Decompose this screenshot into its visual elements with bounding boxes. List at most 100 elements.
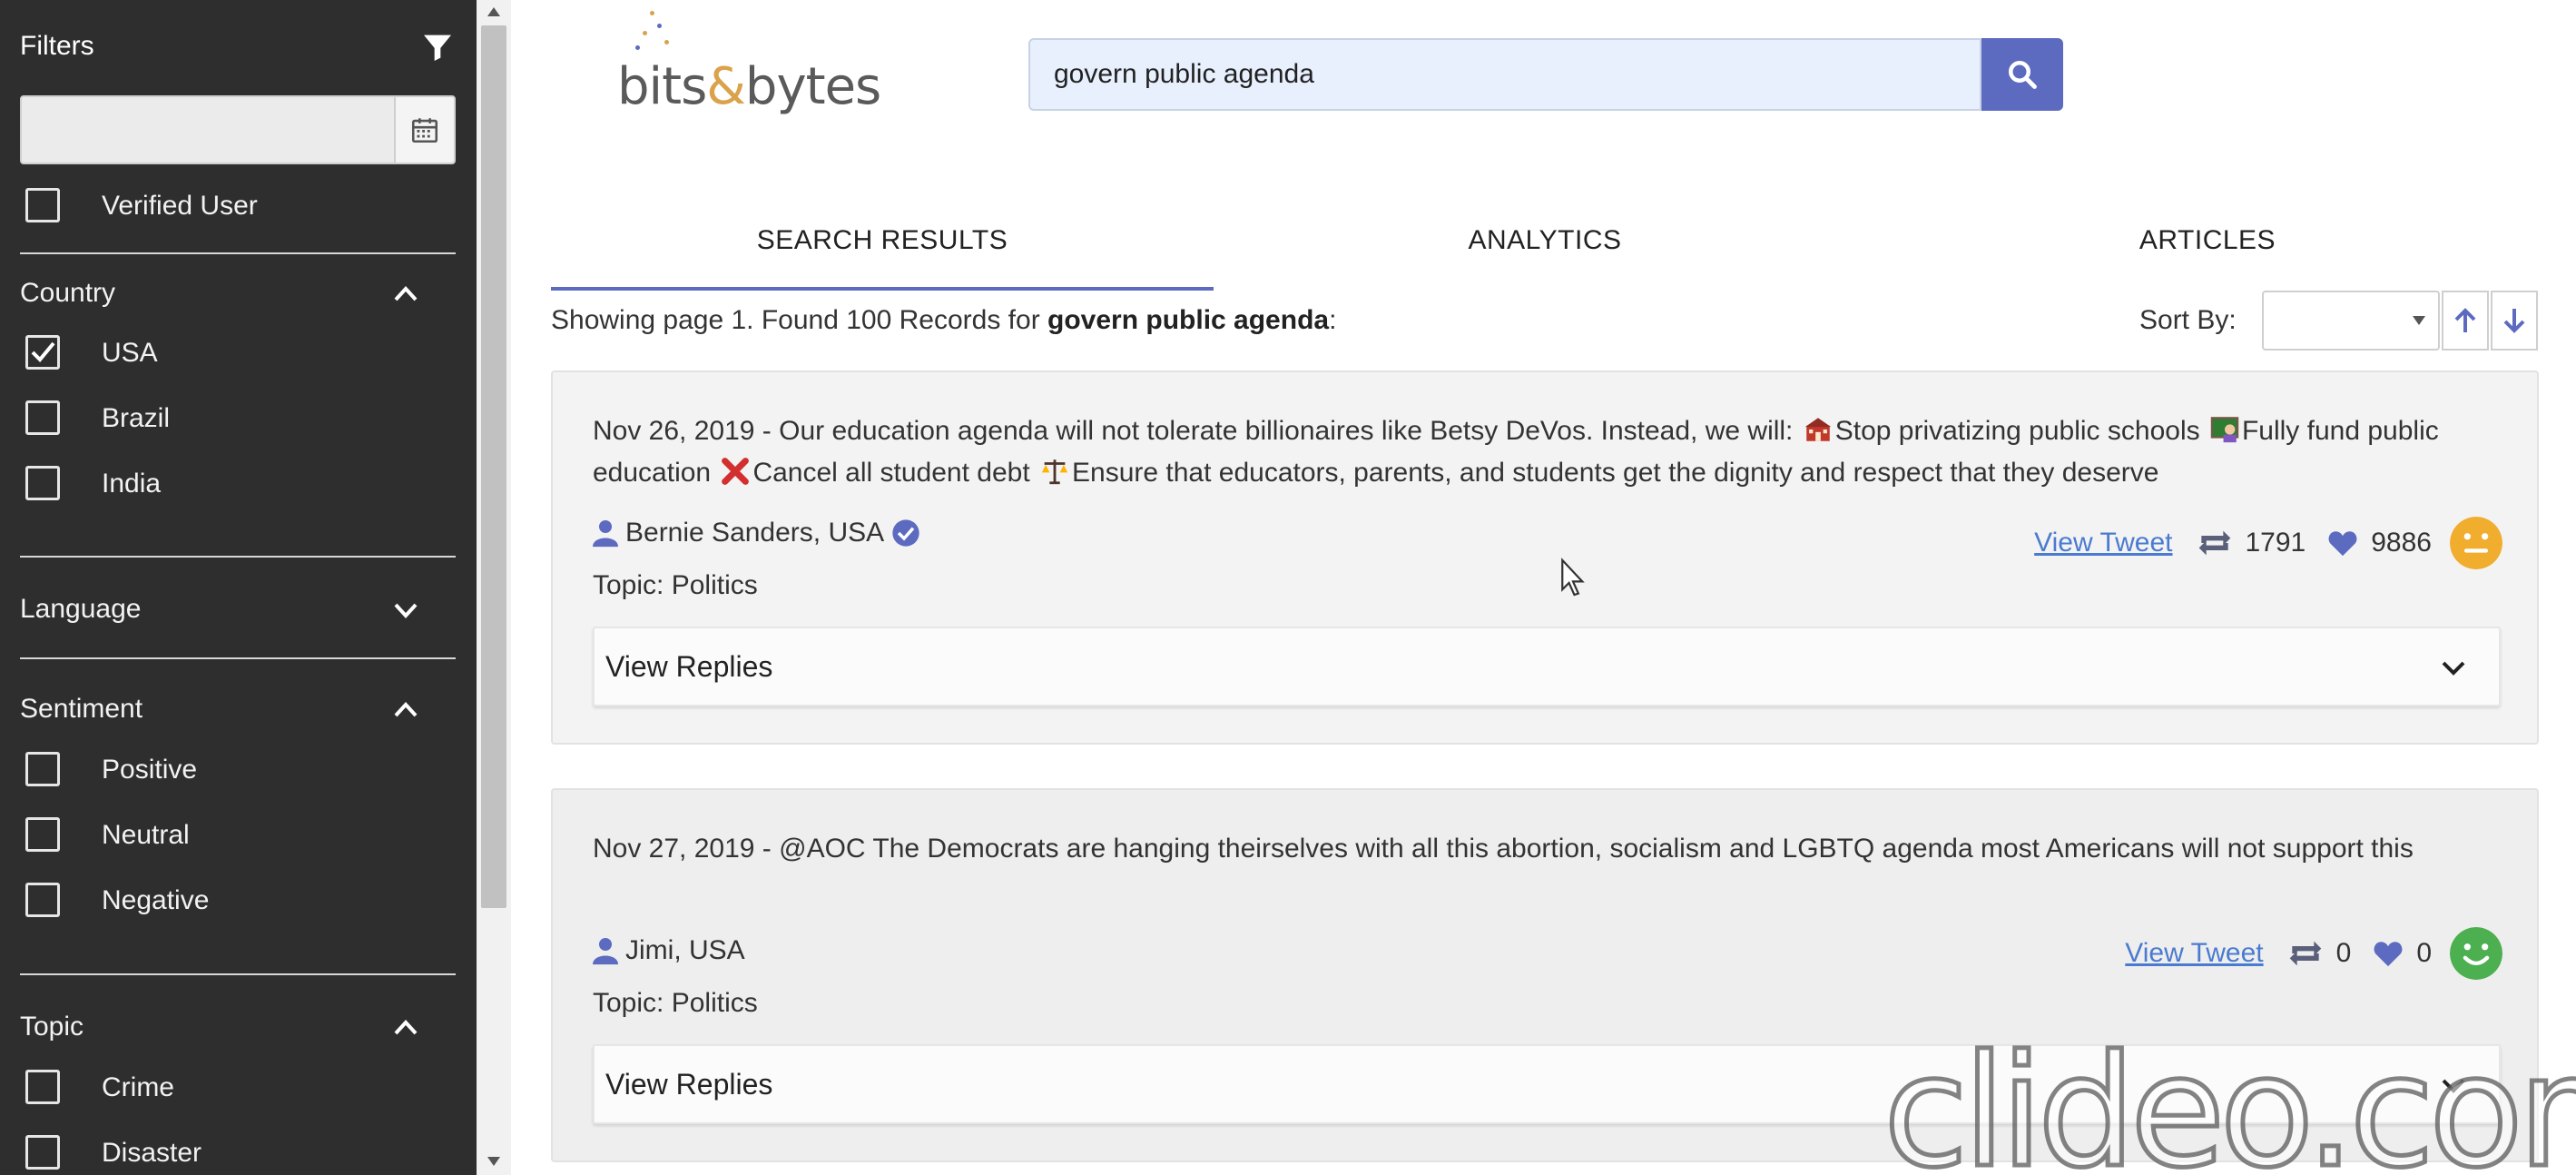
search-button[interactable] — [1981, 38, 2063, 111]
disaster-checkbox[interactable] — [25, 1135, 60, 1170]
user-icon — [593, 938, 618, 965]
usa-checkbox[interactable] — [25, 335, 60, 370]
tweet-author: Jimi, USA — [593, 935, 745, 966]
tab-analytics[interactable]: ANALYTICS — [1214, 209, 1876, 291]
like-count: 9886 — [2371, 528, 2432, 558]
india-checkbox[interactable] — [25, 466, 60, 500]
filter-icon[interactable] — [419, 29, 456, 65]
country-option-usa[interactable]: USA — [25, 332, 452, 372]
filters-sidebar: Filters Verified User Country USA Brazil… — [0, 0, 477, 1175]
logo-dot — [635, 45, 640, 50]
calendar-button[interactable] — [394, 97, 454, 163]
tweet-topic: Topic: Politics — [593, 988, 758, 1018]
country-section-header[interactable]: Country — [20, 274, 456, 314]
negative-checkbox[interactable] — [25, 883, 60, 917]
checkmark-icon — [31, 341, 55, 362]
tweet-text-part: - @AOC The Democrats are hanging theirse… — [754, 834, 2414, 864]
sentiment-option-neutral[interactable]: Neutral — [25, 815, 452, 854]
scroll-thumb[interactable] — [481, 25, 506, 908]
like-count: 0 — [2416, 938, 2432, 968]
search-icon — [2009, 61, 2037, 89]
logo-dot — [650, 11, 654, 15]
tweet-card: Nov 26, 2019 - Our education agenda will… — [551, 370, 2539, 745]
country-option-india[interactable]: India — [25, 463, 452, 503]
smiley-face-icon — [2450, 927, 2502, 980]
results-summary: Showing page 1. Found 100 Records for go… — [551, 305, 1336, 336]
sentiment-option-negative[interactable]: Negative — [25, 880, 452, 920]
chevron-up-icon[interactable] — [392, 1017, 419, 1037]
view-tweet-link[interactable]: View Tweet — [2125, 938, 2263, 969]
tweet-text-part: - Our education agenda will not tolerate… — [754, 416, 1801, 446]
logo-text: bits&bytes — [617, 57, 881, 116]
balance-scale-icon — [1041, 459, 1068, 485]
sidebar-scrollbar[interactable] — [477, 0, 511, 1175]
topic-option-crime[interactable]: Crime — [25, 1067, 452, 1107]
sentiment-option-label: Positive — [102, 755, 198, 785]
tweet-stats: View Tweet 0 0 — [2125, 926, 2502, 981]
positive-checkbox[interactable] — [25, 752, 60, 786]
dropdown-caret-icon — [2413, 316, 2425, 325]
sort-by-select[interactable] — [2262, 291, 2440, 351]
logo-dot — [657, 24, 662, 28]
neutral-checkbox[interactable] — [25, 817, 60, 852]
verified-user-checkbox[interactable] — [25, 188, 60, 222]
retweet-icon — [2289, 941, 2321, 966]
logo-dot — [664, 40, 669, 44]
language-section-header[interactable]: Language — [20, 590, 456, 630]
tweet-text-part: Ensure that educators, parents, and stud… — [1072, 458, 2159, 488]
tab-articles[interactable]: ARTICLES — [1876, 209, 2539, 291]
country-section-label: Country — [20, 278, 116, 308]
topic-section-header[interactable]: Topic — [20, 1008, 456, 1048]
crime-checkbox[interactable] — [25, 1070, 60, 1104]
country-option-brazil[interactable]: Brazil — [25, 398, 452, 438]
heart-icon — [2374, 942, 2403, 967]
divider — [20, 973, 456, 975]
view-replies-panel[interactable]: View Replies — [593, 627, 2501, 706]
country-option-label: USA — [102, 338, 158, 368]
tweet-text: Nov 26, 2019 - Our education agenda will… — [593, 410, 2508, 494]
tweet-text: Nov 27, 2019 - @AOC The Democrats are ha… — [593, 828, 2508, 870]
logo-ampersand: & — [706, 57, 746, 116]
search-bar — [1028, 38, 2063, 111]
watermark: clideo.com — [1882, 1022, 2576, 1175]
school-emoji-icon — [1804, 418, 1831, 441]
divider — [20, 657, 456, 659]
date-input[interactable] — [22, 97, 394, 163]
scroll-down-icon[interactable] — [486, 1155, 502, 1168]
divider — [20, 252, 456, 254]
arrow-down-icon — [2503, 309, 2525, 333]
scroll-up-icon[interactable] — [486, 5, 502, 18]
sort-ascending-button[interactable] — [2442, 291, 2489, 351]
retweet-icon — [2198, 530, 2230, 556]
filters-title: Filters — [20, 31, 94, 61]
sort-descending-button[interactable] — [2491, 291, 2538, 351]
search-input[interactable] — [1028, 38, 1981, 111]
date-filter — [20, 95, 456, 164]
brazil-checkbox[interactable] — [25, 400, 60, 435]
verified-user-filter[interactable]: Verified User — [25, 185, 452, 225]
divider — [20, 556, 456, 558]
chevron-down-icon[interactable] — [392, 599, 419, 619]
view-tweet-link[interactable]: View Tweet — [2034, 528, 2172, 558]
topic-option-disaster[interactable]: Disaster — [25, 1132, 452, 1172]
teacher-emoji-icon — [2210, 417, 2239, 443]
chevron-up-icon[interactable] — [392, 699, 419, 719]
language-section-label: Language — [20, 594, 142, 624]
filters-header: Filters — [20, 27, 456, 67]
topic-option-label: Crime — [102, 1072, 174, 1102]
chevron-up-icon[interactable] — [392, 283, 419, 303]
neutral-face-icon — [2450, 517, 2502, 569]
sentiment-section-header[interactable]: Sentiment — [20, 690, 456, 730]
sentiment-option-label: Negative — [102, 885, 210, 915]
results-query: govern public agenda — [1047, 305, 1330, 335]
view-replies-label: View Replies — [605, 1068, 773, 1101]
bits-and-bytes-logo[interactable]: bits&bytes — [617, 7, 890, 116]
arrow-up-icon — [2454, 308, 2476, 332]
tweet-date: Nov 27, 2019 — [593, 834, 755, 864]
tweet-stats: View Tweet 1791 9886 — [2034, 516, 2502, 570]
chevron-down-icon[interactable] — [2441, 659, 2466, 677]
view-replies-label: View Replies — [605, 650, 773, 683]
tab-search-results[interactable]: SEARCH RESULTS — [551, 209, 1214, 291]
sentiment-option-positive[interactable]: Positive — [25, 749, 452, 789]
results-prefix: Showing page 1. Found 100 Records for — [551, 305, 1048, 335]
